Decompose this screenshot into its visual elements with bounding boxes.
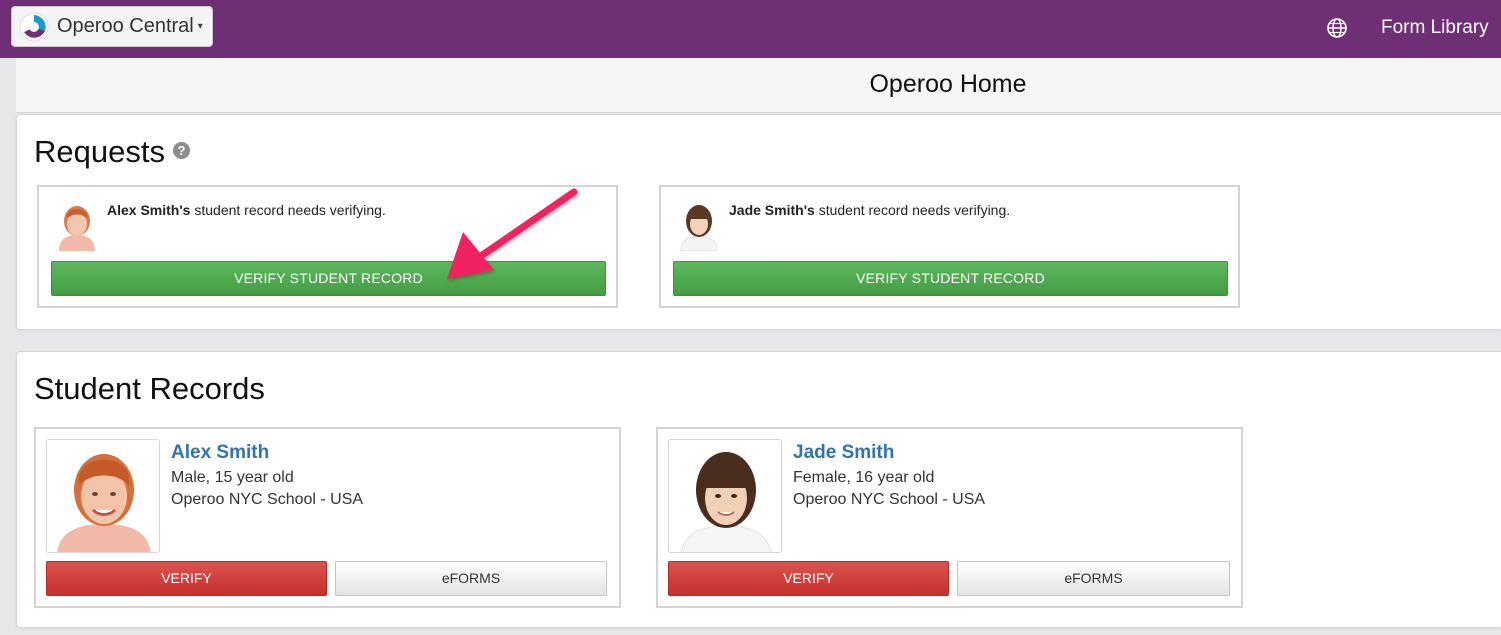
student-photo-jade[interactable] [668, 439, 782, 553]
request-student-name: Alex Smith's [107, 202, 191, 218]
page-title: Operoo Home [869, 70, 1027, 98]
student-name-link[interactable]: Jade Smith [793, 442, 894, 464]
student-school: Operoo NYC School - USA [171, 491, 364, 508]
student-card-alex: Alex Smith Male, 15 year old Operoo NYC … [34, 427, 621, 608]
request-card-jade: Jade Smith's student record needs verify… [659, 185, 1240, 308]
request-message-alex: Alex Smith's student record needs verify… [107, 202, 386, 218]
request-student-name: Jade Smith's [729, 202, 815, 218]
app-switcher-button[interactable]: Operoo Central ▾ [11, 6, 213, 47]
request-message-jade: Jade Smith's student record needs verify… [729, 202, 1010, 218]
student-details: Male, 15 year old [171, 469, 294, 486]
request-text: student record needs verifying. [190, 202, 386, 218]
request-text: student record needs verifying. [814, 202, 1011, 218]
student-card-jade: Jade Smith Female, 16 year old Operoo NY… [656, 427, 1243, 608]
eforms-button[interactable]: eFORMS [957, 561, 1230, 596]
eforms-button[interactable]: eFORMS [335, 561, 607, 596]
student-records-title: Student Records [34, 371, 265, 406]
page-header: Operoo Home [16, 58, 1501, 113]
requests-title: Requests [34, 134, 165, 169]
verify-student-record-button[interactable]: VERIFY STUDENT RECORD [673, 261, 1228, 296]
question-circle-icon[interactable]: ? [172, 142, 190, 160]
caret-down-icon: ▾ [197, 21, 203, 32]
student-records-panel: Student Records Alex Smith Male, 15 year… [16, 351, 1501, 628]
app-switcher-label: Operoo Central [57, 15, 194, 37]
verify-student-record-button[interactable]: VERIFY STUDENT RECORD [51, 261, 606, 296]
verify-button[interactable]: VERIFY [668, 561, 949, 596]
operoo-logo-icon [19, 12, 49, 41]
student-school: Operoo NYC School - USA [793, 491, 986, 508]
student-name-link[interactable]: Alex Smith [171, 442, 269, 464]
student-details: Female, 16 year old [793, 469, 935, 486]
globe-icon[interactable] [1326, 17, 1348, 39]
student-avatar-jade [673, 199, 725, 251]
student-avatar-alex [51, 199, 103, 251]
left-gutter [0, 58, 16, 635]
form-library-link[interactable]: Form Library [1381, 17, 1489, 39]
requests-heading: Requests? [34, 134, 190, 170]
verify-button[interactable]: VERIFY [46, 561, 327, 596]
request-card-alex: Alex Smith's student record needs verify… [37, 185, 618, 308]
top-navbar: Operoo Central ▾ Form Library [0, 0, 1501, 58]
student-photo-alex[interactable] [46, 439, 160, 553]
requests-panel: Requests? Alex Smith's student record ne… [16, 114, 1501, 330]
